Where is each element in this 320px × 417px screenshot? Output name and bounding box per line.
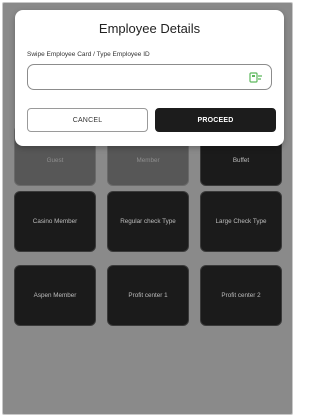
check-type-screen: Guest Member Buffet Casino Member Regula… [2,2,293,415]
tile-profit-center-2[interactable]: Profit center 2 [200,265,282,326]
tile-label: Casino Member [32,218,78,225]
dialog-title: Employee Details [98,21,201,36]
tile-label: Buffet [232,157,250,164]
tile-label: Guest [46,157,64,164]
tile-label: Regular check Type [120,218,176,225]
proceed-button[interactable]: PROCEED [155,108,276,132]
tile-profit-center-1[interactable]: Profit center 1 [107,265,189,326]
card-swipe-icon[interactable] [249,72,263,83]
tile-label: Large Check Type [215,218,267,225]
tile-label: Aspen Member [33,292,77,299]
employee-id-field[interactable] [27,64,272,90]
tile-casino-member[interactable]: Casino Member [14,191,96,252]
tile-label: Profit center 1 [128,292,168,299]
tile-regular-check-type[interactable]: Regular check Type [107,191,189,252]
employee-id-input[interactable] [34,69,253,87]
cancel-button[interactable]: CANCEL [27,108,148,132]
tile-large-check-type[interactable]: Large Check Type [200,191,282,252]
tile-label: Profit center 2 [221,292,261,299]
tile-aspen-member[interactable]: Aspen Member [14,265,96,326]
employee-details-dialog: Employee Details Swipe Employee Card / T… [15,10,284,146]
tile-label: Member [136,157,160,164]
employee-id-label: Swipe Employee Card / Type Employee ID [27,51,150,58]
